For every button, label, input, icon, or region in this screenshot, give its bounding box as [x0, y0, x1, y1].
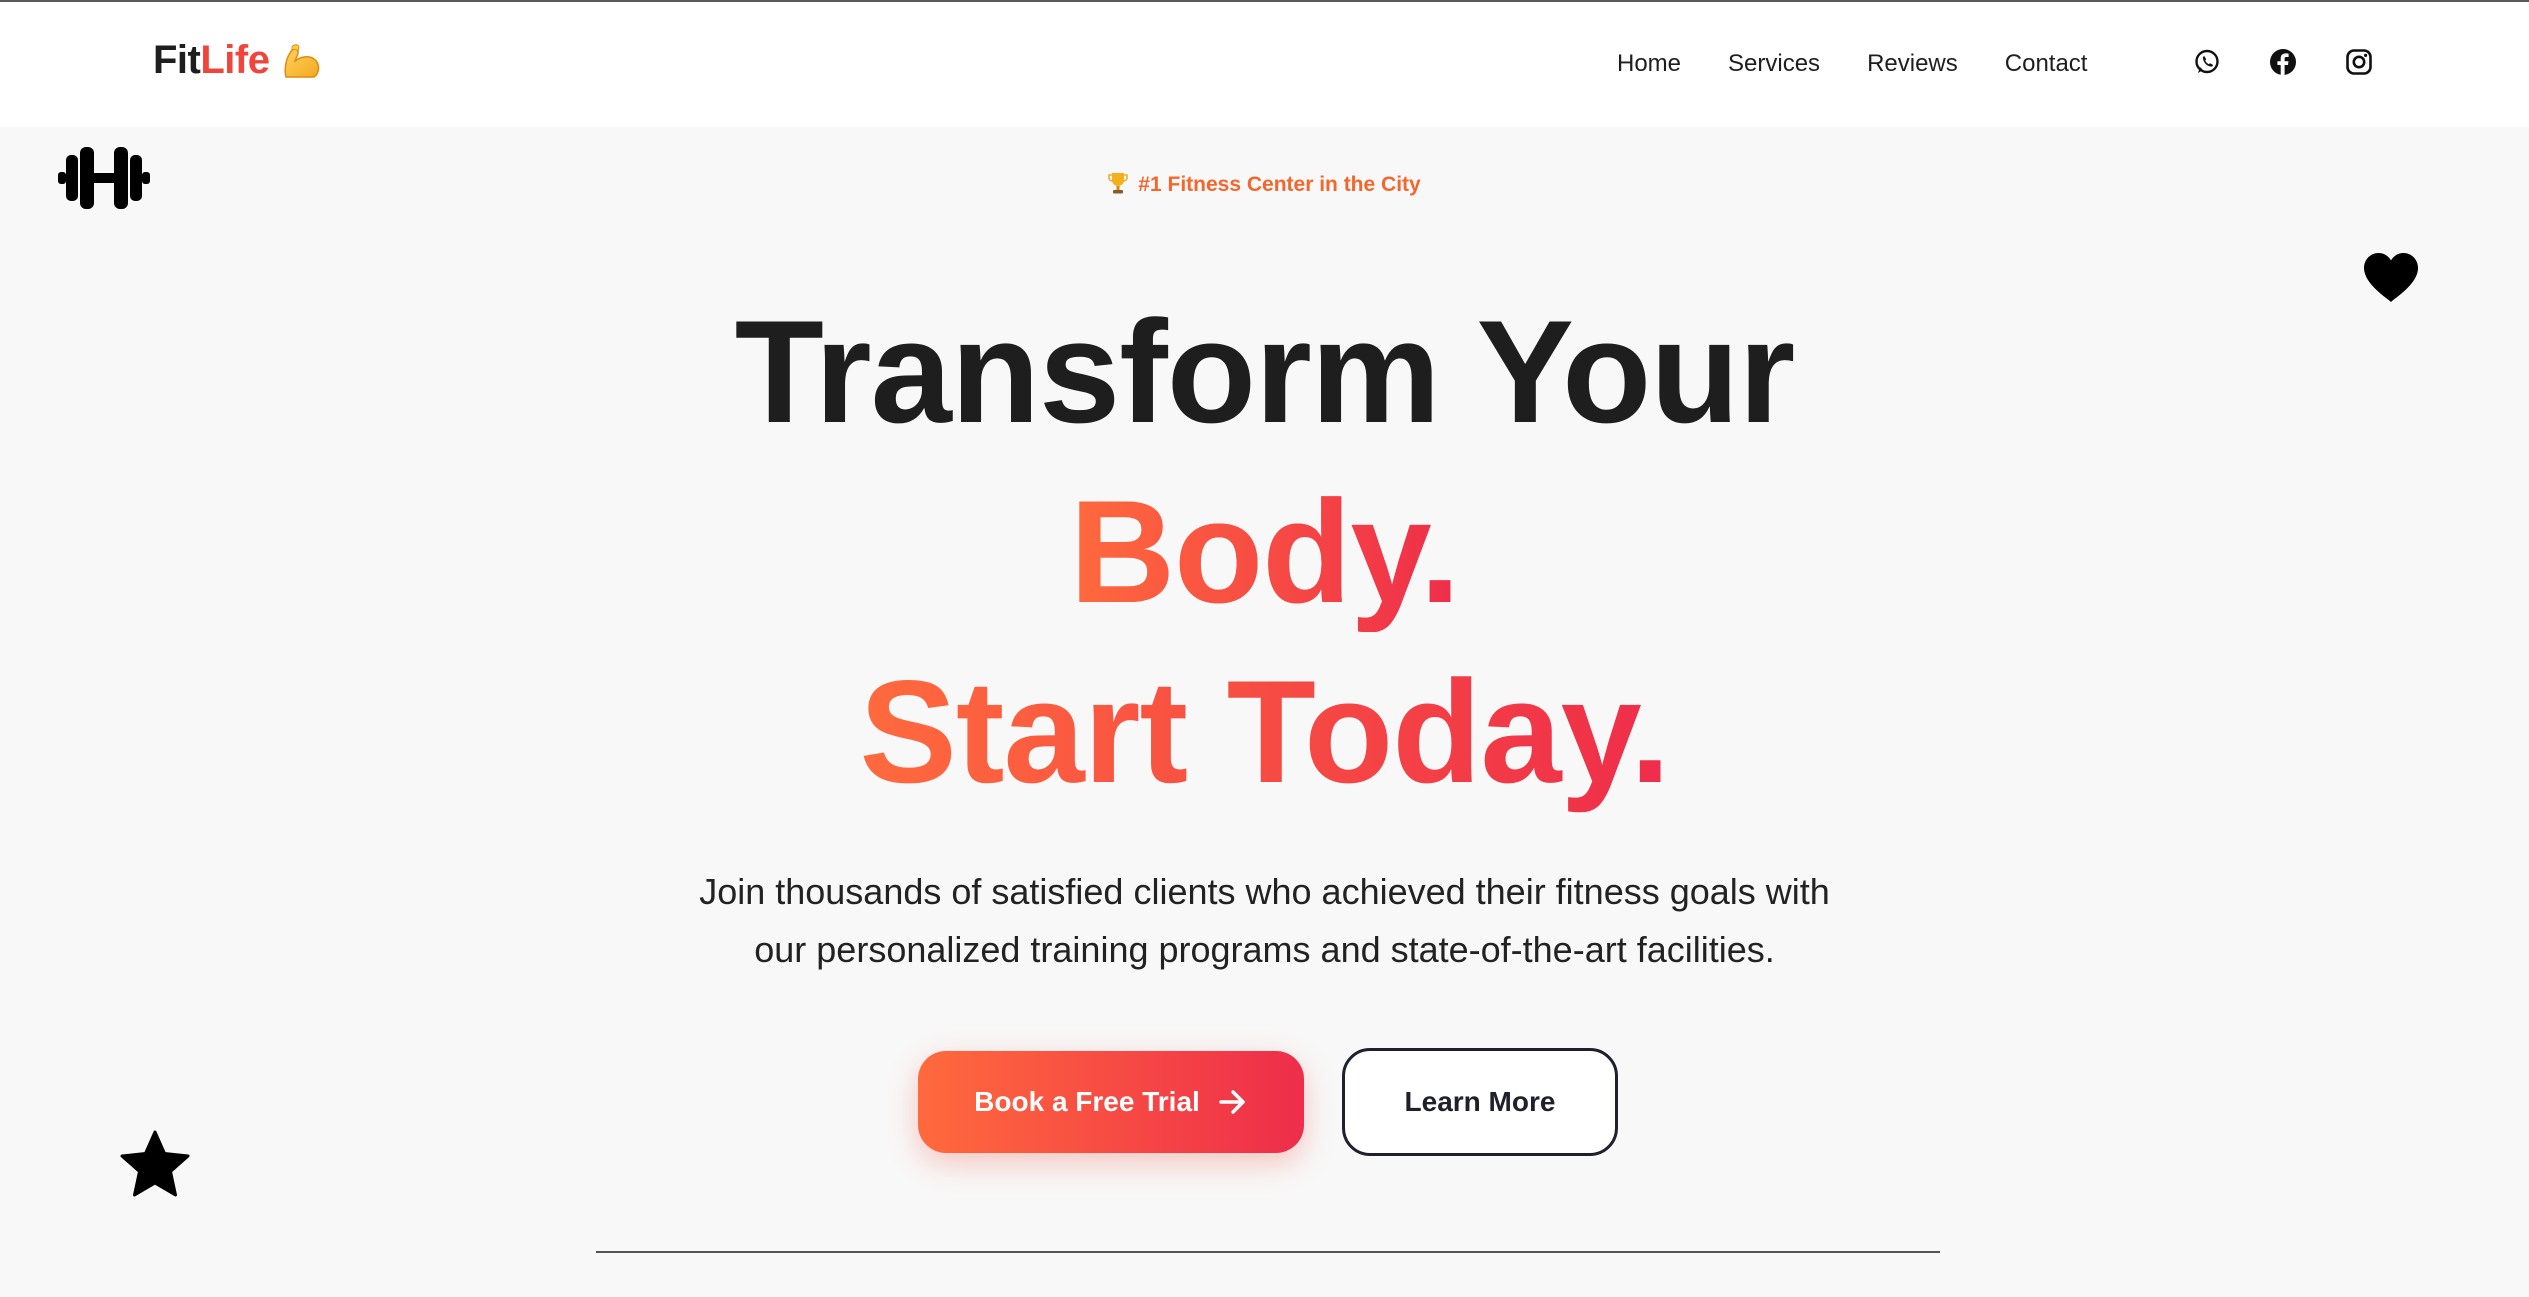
flexed-biceps-icon: [283, 43, 319, 78]
book-free-trial-label: Book a Free Trial: [974, 1086, 1200, 1117]
headline-line-1: Transform Your: [734, 290, 1796, 453]
arrow-right-icon: [1219, 1090, 1245, 1114]
headline-line-3-wrapper: Start Today.: [0, 652, 2529, 812]
nav-services[interactable]: Services: [1728, 50, 1820, 78]
page: FitLife Home Services Reviews Contact #1…: [0, 0, 2529, 1297]
main-nav: Home Services Reviews Contact: [1617, 50, 2134, 78]
logo-text-life: Life: [200, 38, 270, 82]
hero-subtitle: Join thousands of satisfied clients who …: [0, 863, 2529, 979]
badge-text: #1 Fitness Center in the City: [1138, 173, 1421, 196]
whatsapp-icon[interactable]: [2193, 48, 2221, 76]
headline-line-3: Start Today.: [859, 650, 1670, 813]
nav-home[interactable]: Home: [1617, 50, 1681, 78]
learn-more-label: Learn More: [1404, 1086, 1556, 1117]
social-links: [2193, 48, 2373, 76]
headline-line-2-wrapper: Body.: [0, 472, 2529, 632]
book-free-trial-button[interactable]: Book a Free Trial: [918, 1051, 1304, 1153]
subtitle-line-1: Join thousands of satisfied clients who …: [699, 871, 1830, 912]
hero-badge: #1 Fitness Center in the City: [0, 172, 2529, 197]
learn-more-button[interactable]: Learn More: [1342, 1048, 1618, 1156]
instagram-icon[interactable]: [2345, 48, 2373, 76]
star-icon: [120, 1130, 190, 1197]
headline-line-2: Body.: [1069, 470, 1461, 633]
nav-contact[interactable]: Contact: [2005, 50, 2088, 78]
subtitle-line-2: our personalized training programs and s…: [754, 929, 1775, 970]
nav-reviews[interactable]: Reviews: [1867, 50, 1958, 78]
trophy-icon: [1108, 173, 1129, 194]
facebook-icon[interactable]: [2269, 48, 2297, 76]
section-divider: [596, 1251, 1940, 1253]
site-header: FitLife Home Services Reviews Contact: [0, 2, 2529, 127]
logo-text-fit: Fit: [153, 38, 201, 82]
logo[interactable]: FitLife: [153, 38, 324, 83]
